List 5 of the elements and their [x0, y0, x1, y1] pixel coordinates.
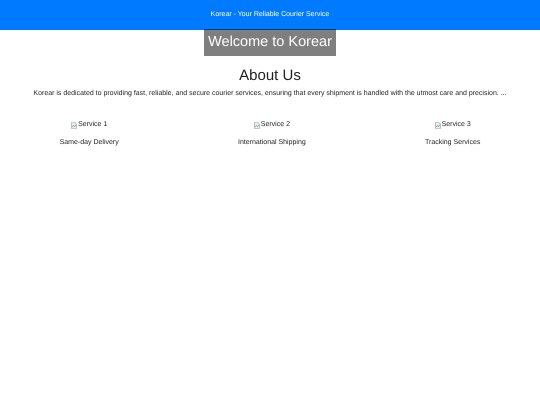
hero-heading: Welcome to Korear — [204, 29, 336, 56]
broken-image-icon — [254, 122, 260, 130]
broken-image-icon — [71, 122, 78, 130]
broken-image-icon — [434, 122, 441, 130]
section-heading: About Us — [239, 66, 301, 84]
